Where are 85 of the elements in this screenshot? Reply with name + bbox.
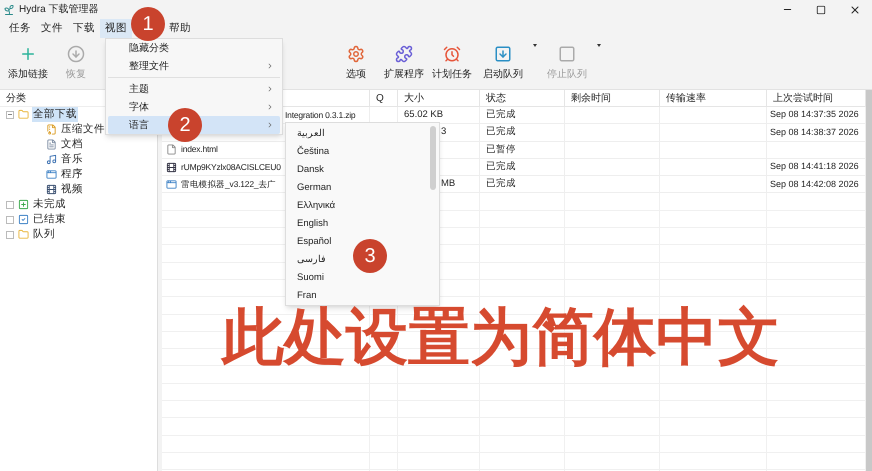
language-option[interactable]: English (296, 216, 330, 232)
status-cell: 已完成 (486, 108, 516, 122)
menu-entry[interactable]: 整理文件 (129, 58, 169, 74)
file-name-cell: index.html (181, 143, 218, 156)
scrollbar[interactable] (430, 126, 436, 190)
language-option[interactable]: Dansk (296, 162, 325, 178)
last-attempt-cell-text: Sep 08 14:41:18 2026 (770, 160, 859, 174)
column-header[interactable]: 状态 (480, 90, 565, 106)
music-note-icon (46, 154, 57, 165)
puzzle-icon (395, 45, 413, 63)
plus-square-icon (18, 199, 29, 210)
size-cell: 65.02 KB (404, 108, 444, 122)
language-option[interactable]: فارسی (296, 252, 327, 268)
expand-toggle-icon[interactable] (6, 230, 14, 238)
tree-item[interactable]: 压缩文件 (60, 122, 106, 138)
tree-item[interactable]: 文档 (60, 136, 84, 152)
caption-text: 此处设置为简体中文 (222, 307, 780, 369)
toolbar-button[interactable]: 扩展程序 (381, 40, 427, 86)
menu-entry[interactable]: 隐藏分类 (129, 40, 169, 56)
tree-item[interactable]: 队列 (32, 226, 56, 242)
tree-item[interactable]: 全部下载 (32, 106, 78, 122)
expand-toggle-icon[interactable] (6, 216, 14, 224)
tree-item[interactable]: 视频 (60, 182, 84, 198)
download-square-icon (494, 45, 512, 63)
tree-item[interactable]: 未完成 (32, 196, 67, 212)
file-name-cell: rUMp9KYzlx08ACISLCEU0 (181, 160, 281, 174)
language-option[interactable]: Ελληνικά (296, 198, 336, 214)
toolbar-button[interactable]: 添加链接 (5, 40, 51, 86)
language-option[interactable]: German (296, 180, 332, 196)
menu-item[interactable]: 视图 (100, 19, 132, 38)
tree-item[interactable]: 音乐 (60, 152, 84, 168)
last-attempt-cell-text: Sep 08 14:37:35 2026 (770, 108, 859, 122)
dropdown-caret-icon (597, 44, 601, 46)
square-icon (558, 45, 576, 63)
collapse-toggle-icon[interactable] (6, 110, 14, 118)
menu-item[interactable]: 下载 (68, 19, 100, 38)
check-square-icon (18, 214, 29, 225)
language-option[interactable]: Čeština (296, 144, 330, 160)
status-cell-text: 已完成 (486, 125, 516, 140)
archive-icon (46, 124, 57, 135)
file-name-cell: Integration 0.3.1.zip (285, 108, 356, 122)
window-icon (46, 169, 57, 180)
status-cell: 已完成 (486, 177, 516, 192)
scrollbar[interactable] (866, 90, 872, 471)
last-attempt-cell-text: Sep 08 14:42:08 2026 (770, 178, 859, 191)
column-header[interactable]: 传输速率 (660, 90, 767, 106)
folder-icon (18, 109, 29, 120)
document-icon (46, 139, 57, 150)
close-icon (849, 4, 861, 16)
film-icon (46, 184, 57, 195)
tree-item[interactable]: 程序 (60, 166, 84, 182)
dropdown-caret-icon (533, 44, 537, 46)
plus-icon (19, 45, 37, 63)
menu-entry[interactable]: 语言 (129, 118, 149, 132)
status-cell: 已暂停 (486, 142, 516, 157)
menu-item[interactable]: 帮助 (164, 19, 196, 38)
file-name-cell: 雷电模拟器_v3.122_去广 (181, 178, 276, 191)
download-circle-icon (67, 45, 85, 63)
app-logo-icon (3, 4, 15, 16)
language-option[interactable]: العربية (296, 126, 326, 142)
film-icon (166, 162, 177, 173)
window-title: Hydra 下载管理器 (19, 2, 98, 17)
maximize-icon (816, 4, 826, 14)
column-header[interactable]: Q (370, 90, 398, 106)
folder-icon (18, 229, 29, 240)
menu-item[interactable]: 文件 (36, 19, 68, 38)
language-option[interactable]: Fran (296, 288, 318, 304)
tree-item[interactable]: 已结束 (32, 212, 67, 228)
last-attempt-cell-text: Sep 08 14:38:37 2026 (770, 126, 859, 139)
alarm-clock-icon (443, 45, 461, 63)
column-header[interactable]: 剩余时间 (565, 90, 660, 106)
toolbar-button[interactable]: 启动队列 (477, 40, 539, 86)
size-cell: MB (441, 177, 456, 192)
toolbar-button[interactable]: 选项 (333, 40, 379, 86)
expand-toggle-icon[interactable] (6, 200, 14, 208)
language-option[interactable]: Español (296, 234, 332, 250)
window-icon (166, 178, 177, 190)
language-option[interactable]: Suomi (296, 270, 325, 286)
gear-icon (347, 45, 365, 63)
file-icon (166, 144, 177, 156)
toolbar-button[interactable]: 计划任务 (429, 40, 475, 86)
status-cell-text: 已完成 (486, 160, 516, 174)
menu-item[interactable]: 任务 (4, 19, 36, 38)
column-header[interactable]: 大小 (398, 90, 480, 106)
size-cell-text: 3 (441, 125, 446, 140)
